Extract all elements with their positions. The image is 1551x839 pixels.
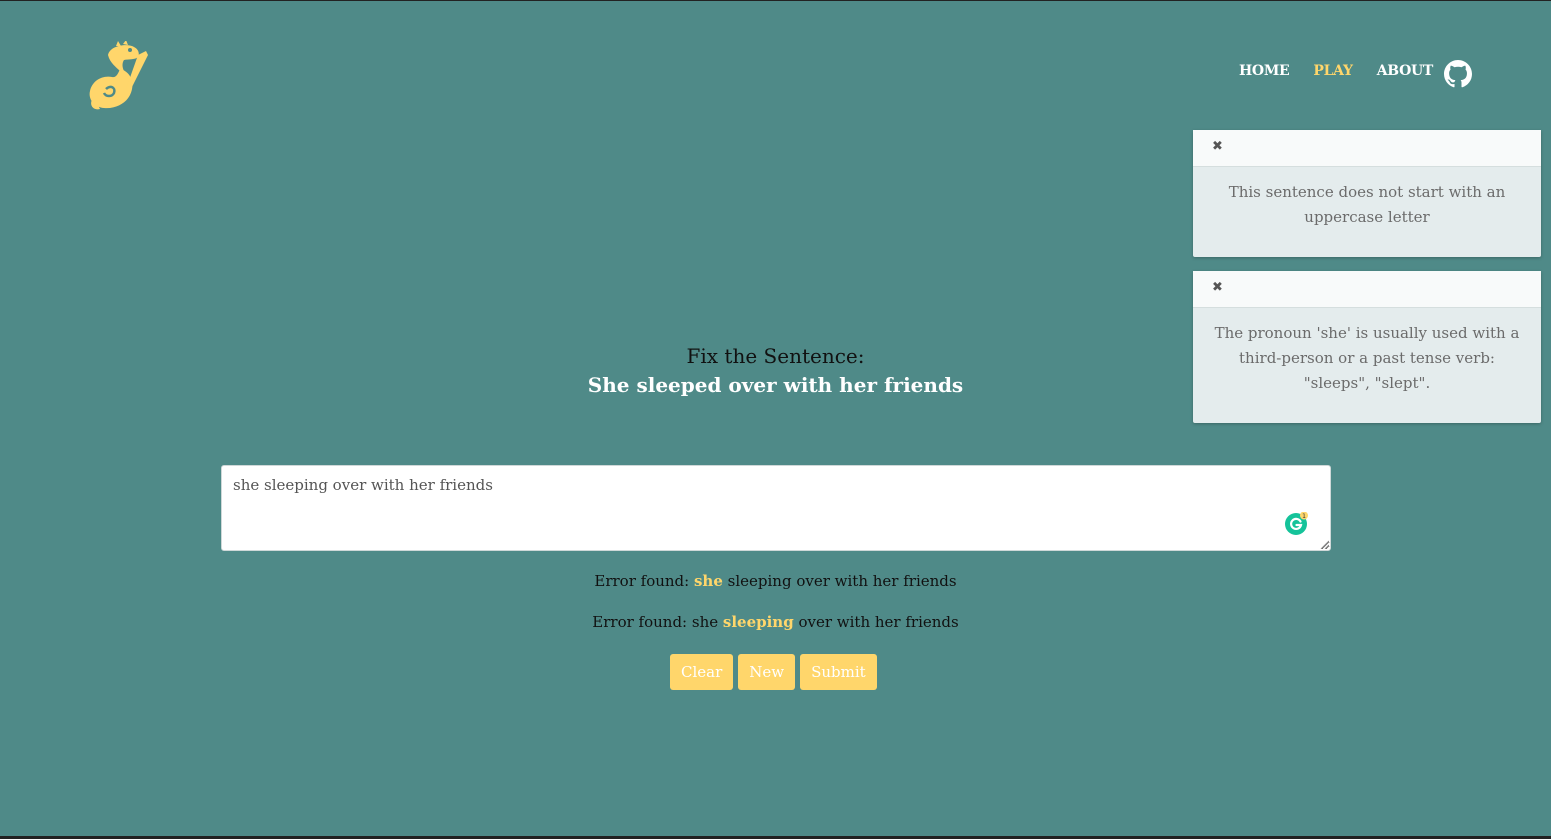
error-item: Error found: she sleeping over with her … bbox=[0, 611, 1551, 652]
error-highlight: sleeping bbox=[722, 613, 794, 631]
error-before: she bbox=[691, 613, 723, 631]
clear-button[interactable]: Clear bbox=[670, 654, 734, 690]
submit-button[interactable]: Submit bbox=[800, 654, 877, 690]
error-prefix: Error found: bbox=[592, 613, 692, 631]
error-item: Error found: she sleeping over with her … bbox=[0, 570, 1551, 611]
dinosaur-logo-icon[interactable] bbox=[86, 41, 152, 111]
error-list: Error found: she sleeping over with her … bbox=[0, 570, 1551, 652]
main-nav: HOME PLAY ABOUT bbox=[1239, 63, 1457, 79]
resize-grip-icon[interactable] bbox=[1320, 540, 1329, 549]
page: HOME PLAY ABOUT ✖ This sentence does not… bbox=[0, 1, 1551, 836]
toast-notification: ✖ This sentence does not start with an u… bbox=[1193, 130, 1541, 257]
error-prefix: Error found: bbox=[594, 572, 694, 590]
toast-header: ✖ bbox=[1193, 130, 1541, 167]
grammarly-icon[interactable]: 1 bbox=[1284, 512, 1308, 536]
nav-play-link[interactable]: PLAY bbox=[1313, 63, 1353, 79]
action-buttons: Clear New Submit bbox=[670, 654, 882, 690]
close-icon[interactable]: ✖ bbox=[1212, 139, 1223, 154]
error-after: over with her friends bbox=[793, 613, 959, 631]
error-highlight: she bbox=[693, 572, 723, 590]
sentence-input[interactable]: she sleeping over with her friends bbox=[221, 465, 1331, 551]
new-button[interactable]: New bbox=[738, 654, 796, 690]
prompt-block: Fix the Sentence: She sleeped over with … bbox=[0, 342, 1551, 400]
toast-header: ✖ bbox=[1193, 271, 1541, 308]
target-sentence: She sleeped over with her friends bbox=[587, 373, 964, 397]
nav-about-link[interactable]: ABOUT bbox=[1377, 63, 1434, 79]
nav-home-link[interactable]: HOME bbox=[1239, 63, 1290, 79]
toast-message: This sentence does not start with an upp… bbox=[1228, 183, 1506, 226]
grammarly-badge-count: 1 bbox=[1302, 513, 1306, 520]
error-after: sleeping over with her friends bbox=[722, 572, 957, 590]
close-icon[interactable]: ✖ bbox=[1212, 280, 1223, 295]
github-icon[interactable] bbox=[1444, 60, 1472, 88]
page-title: Fix the Sentence: bbox=[686, 344, 865, 368]
